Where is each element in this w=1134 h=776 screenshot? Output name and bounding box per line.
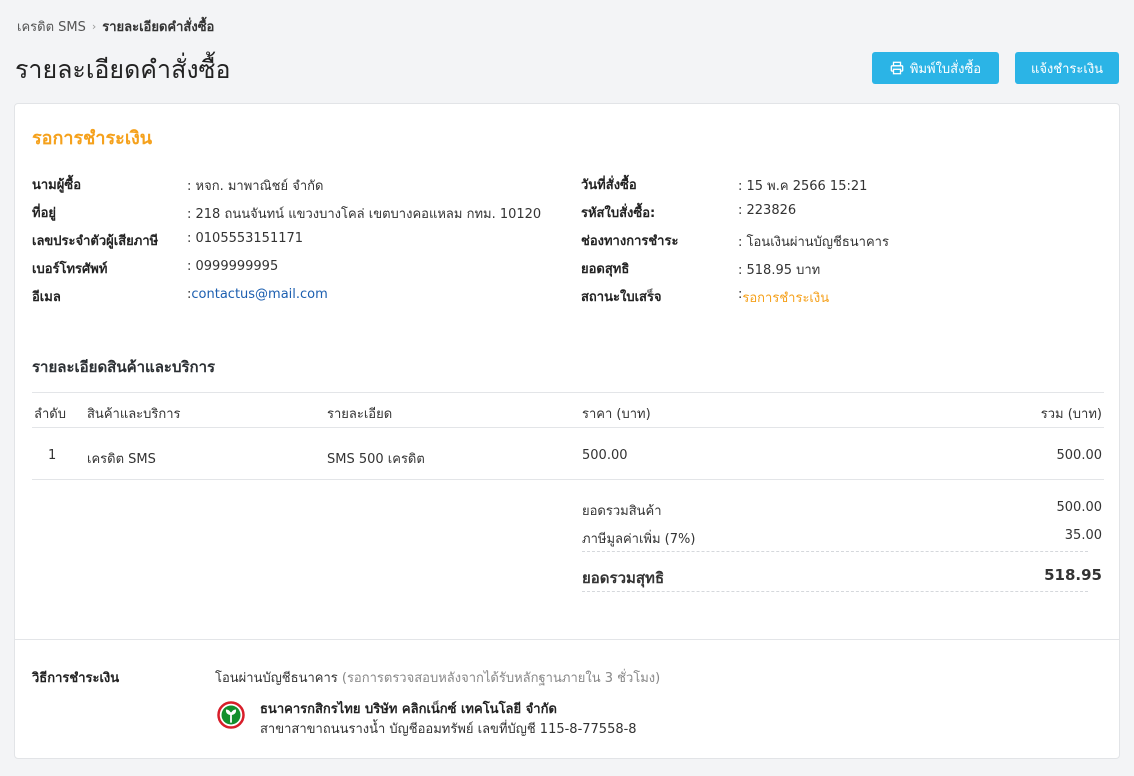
print-order-label: พิมพ์ใบสั่งซื้อ <box>909 61 982 77</box>
breadcrumb-parent[interactable]: เครดิต SMS <box>17 16 86 37</box>
cell-product: เครดิต SMS <box>87 452 156 467</box>
cell-total: 500.00 <box>1056 448 1103 463</box>
notify-payment-label: แจ้งชำระเงิน <box>1030 61 1104 77</box>
vat-label: ภาษีมูลค่าเพิ่ม (7%) <box>582 532 696 547</box>
order-detail-card: รอการชำระเงิน นามผู้ซื้อ : หจก. มาพาณิชย… <box>14 103 1120 759</box>
payment-method-text: โอนผ่านบัญชีธนาคาร <box>215 671 338 686</box>
receipt-status-badge: รอการชำระเงิน <box>742 291 830 306</box>
order-code-value: : 223826 <box>738 203 797 218</box>
buyer-name-label: นามผู้ซื้อ <box>32 178 82 193</box>
items-section-title: รายละเอียดสินค้าและบริการ <box>32 358 216 376</box>
payment-method-label: วิธีการชำระเงิน <box>32 671 120 686</box>
receipt-status-label: สถานะใบเสร็จ <box>581 290 662 305</box>
print-order-button[interactable]: พิมพ์ใบสั่งซื้อ <box>872 52 999 84</box>
address-value: : 218 ถนนจันทน์ แขวงบางโคล่ เขตบางคอแหลม… <box>187 207 542 222</box>
notify-payment-button[interactable]: แจ้งชำระเงิน <box>1015 52 1119 84</box>
vat-value: 35.00 <box>1064 528 1102 543</box>
printer-icon <box>890 61 904 75</box>
summary-divider <box>582 551 1088 552</box>
bank-name: ธนาคารกสิกรไทย บริษัท คลิกเน็กซ์ เทคโนโล… <box>260 702 557 717</box>
total-label: ยอดรวมสุทธิ <box>582 569 665 587</box>
net-amount-value: : 518.95 บาท <box>738 263 821 278</box>
net-amount-label: ยอดสุทธิ <box>581 262 630 277</box>
subtotal-value: 500.00 <box>1056 500 1103 515</box>
phone-label: เบอร์โทรศัพท์ <box>32 262 108 277</box>
payment-section-divider <box>15 639 1119 640</box>
kasikorn-bank-logo-icon <box>217 701 245 729</box>
bank-account: สาขาสาขาถนนรางน้ำ บัญชีออมทรัพย์ เลขที่บ… <box>260 722 637 737</box>
table-top-divider <box>32 392 1104 393</box>
column-header-product: สินค้าและบริการ <box>87 407 181 422</box>
subtotal-label: ยอดรวมสินค้า <box>582 504 662 519</box>
payment-status-title: รอการชำระเงิน <box>32 128 153 149</box>
column-header-total: รวม (บาท) <box>1040 407 1102 422</box>
summary-bottom-divider <box>582 591 1088 592</box>
receipt-status-row: : รอการชำระเงิน <box>738 287 829 308</box>
payment-method-note: (รอการตรวจสอบหลังจากได้รับหลักฐานภายใน 3… <box>337 671 661 686</box>
page-title: รายละเอียดคำสั่งซื้อ <box>15 55 231 84</box>
tax-id-value: : 0105553151171 <box>187 231 304 246</box>
cell-price: 500.00 <box>582 448 628 463</box>
table-header-divider <box>32 427 1104 428</box>
total-value: 518.95 <box>1044 566 1102 584</box>
order-code-label: รหัสใบสั่งซื้อ: <box>581 206 656 221</box>
email-row: : contactus@mail.com <box>187 287 328 302</box>
column-header-detail: รายละเอียด <box>327 407 393 422</box>
phone-value: : 0999999995 <box>187 259 279 274</box>
breadcrumb: เครดิต SMS › รายละเอียดคำสั่งซื้อ <box>17 16 214 37</box>
buyer-name-value: : หจก. มาพาณิชย์ จำกัด <box>187 179 324 194</box>
payment-channel-value: : โอนเงินผ่านบัญชีธนาคาร <box>738 235 889 250</box>
column-header-price: ราคา (บาท) <box>582 407 651 422</box>
cell-index: 1 <box>48 448 57 463</box>
breadcrumb-current: รายละเอียดคำสั่งซื้อ <box>102 20 215 35</box>
order-date-label: วันที่สั่งซื้อ <box>581 178 637 193</box>
column-header-index: ลำดับ <box>34 407 66 422</box>
table-bottom-divider <box>32 479 1104 480</box>
email-link[interactable]: contactus@mail.com <box>191 287 327 302</box>
payment-channel-label: ช่องทางการชำระ <box>581 234 679 249</box>
payment-method-value: โอนผ่านบัญชีธนาคาร (รอการตรวจสอบหลังจากไ… <box>215 667 660 688</box>
cell-detail: SMS 500 เครดิต <box>327 452 425 467</box>
email-label: อีเมล <box>32 290 61 305</box>
chevron-right-icon: › <box>91 20 97 33</box>
order-date-value: : 15 พ.ค 2566 15:21 <box>738 179 868 194</box>
address-label: ที่อยู่ <box>32 206 56 221</box>
tax-id-label: เลขประจำตัวผู้เสียภาษี <box>32 234 159 249</box>
